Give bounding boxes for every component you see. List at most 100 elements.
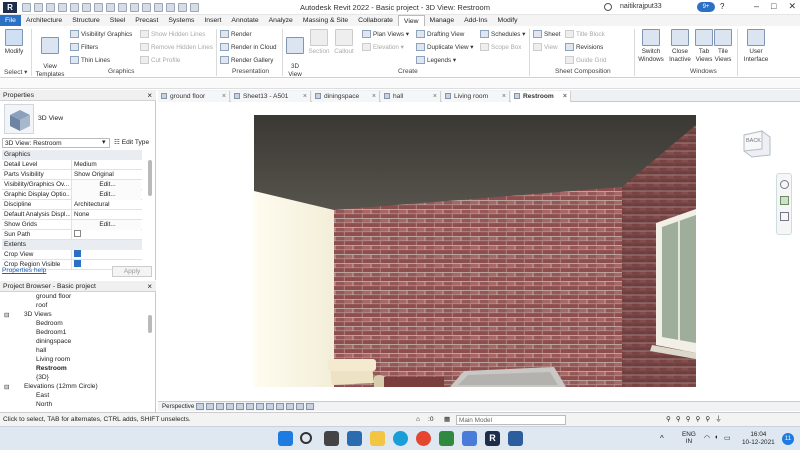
callout-button[interactable]: Callout: [333, 29, 355, 56]
sheet-button[interactable]: Sheet: [533, 30, 560, 38]
section-qat-icon[interactable]: [154, 3, 163, 12]
close-hidden-icon[interactable]: [178, 3, 187, 12]
crop-region-icon[interactable]: [266, 403, 274, 410]
tile-views-button[interactable]: Tile Views: [714, 29, 732, 63]
remove-hidden-lines-button[interactable]: Remove Hidden Lines: [140, 43, 213, 51]
edge-icon[interactable]: [393, 431, 408, 446]
section-button[interactable]: Section: [308, 29, 330, 56]
notification-count[interactable]: 11: [782, 433, 794, 445]
task-view-icon[interactable]: [324, 431, 339, 446]
open-icon[interactable]: [22, 3, 31, 12]
edit-button[interactable]: Edit...: [71, 220, 141, 230]
edit-button[interactable]: Edit...: [71, 180, 141, 190]
view-tab[interactable]: hall ×: [381, 91, 441, 102]
chrome-icon[interactable]: [416, 431, 431, 446]
tree-item[interactable]: Bedroom: [36, 320, 63, 327]
help-icon[interactable]: ?: [720, 2, 724, 11]
measure-icon[interactable]: [94, 3, 103, 12]
revit-logo[interactable]: R: [3, 2, 17, 13]
wifi-icon[interactable]: ◠: [704, 434, 710, 442]
print-icon[interactable]: [82, 3, 91, 12]
cut-profile-button[interactable]: Cut Profile: [140, 56, 180, 64]
tree-item[interactable]: diningspace: [36, 338, 71, 345]
view-tab[interactable]: ground floor ×: [158, 91, 230, 102]
property-value[interactable]: [71, 250, 141, 260]
render-button[interactable]: Render: [220, 30, 252, 38]
tree-item[interactable]: {3D}: [36, 374, 49, 381]
ribbon-tab-analyze[interactable]: Analyze: [264, 15, 298, 26]
ribbon-tab-file[interactable]: File: [0, 15, 21, 26]
detail-level-icon[interactable]: [196, 403, 204, 410]
filters-button[interactable]: Filters: [70, 43, 98, 51]
restroom-3d-render[interactable]: [254, 115, 696, 387]
ribbon-tab-manage[interactable]: Manage: [425, 15, 460, 26]
elevation-button[interactable]: Elevation ▾: [362, 43, 404, 51]
tree-toggle-icon[interactable]: ⊟: [4, 383, 10, 391]
filter-selection-icon[interactable]: ⏚: [715, 413, 722, 427]
drag-elements-icon[interactable]: ⚲: [705, 413, 710, 427]
tree-group[interactable]: Elevations (12mm Circle): [24, 383, 98, 390]
ribbon-tab-collaborate[interactable]: Collaborate: [353, 15, 398, 26]
user-name[interactable]: naitikrajput33: [620, 3, 662, 10]
properties-help-link[interactable]: Properties help: [2, 267, 46, 274]
steering-wheel-icon[interactable]: [780, 180, 789, 189]
tree-item[interactable]: Living room: [36, 356, 70, 363]
close-tab-icon[interactable]: ×: [433, 91, 437, 102]
property-value[interactable]: Show Original: [71, 170, 141, 180]
extents-section-header[interactable]: Extents: [2, 240, 142, 250]
render-dialog-icon[interactable]: [236, 403, 244, 410]
instance-selector[interactable]: 3D View: Restroom: [2, 138, 110, 148]
ribbon-tab-view[interactable]: View: [397, 15, 425, 26]
sheets-icon[interactable]: [439, 431, 454, 446]
browser-scrollbar[interactable]: [148, 315, 152, 333]
worksharing-icon[interactable]: [296, 403, 304, 410]
battery-icon[interactable]: ▭: [724, 434, 731, 442]
switch-windows-qat-icon[interactable]: [190, 3, 199, 12]
undo-icon[interactable]: [58, 3, 67, 12]
close-tab-icon[interactable]: ×: [222, 91, 226, 102]
temporary-hide-icon[interactable]: [276, 403, 284, 410]
revit-taskbar-icon[interactable]: R: [485, 431, 500, 446]
property-value[interactable]: Medium: [71, 160, 141, 170]
guide-grid-button[interactable]: Guide Grid: [565, 56, 606, 64]
maximize-icon[interactable]: □: [771, 1, 776, 12]
property-value[interactable]: None: [71, 210, 141, 220]
tab-views-button[interactable]: Tab Views: [695, 29, 713, 63]
thin-lines-qat-icon[interactable]: [166, 3, 175, 12]
remote-desktop-icon[interactable]: [508, 431, 523, 446]
property-value[interactable]: [71, 230, 141, 240]
reveal-hidden-icon[interactable]: [286, 403, 294, 410]
analysis-icon[interactable]: [306, 403, 314, 410]
tree-item[interactable]: hall: [36, 347, 46, 354]
legends-button[interactable]: Legends ▾: [416, 56, 456, 64]
switch-windows-button[interactable]: Switch Windows: [638, 29, 664, 63]
select-pinned-icon[interactable]: ⚲: [686, 413, 691, 427]
property-value[interactable]: Architectural: [71, 200, 141, 210]
redo-icon[interactable]: [70, 3, 79, 12]
file-explorer-icon[interactable]: [370, 431, 385, 446]
widgets-icon[interactable]: [347, 431, 362, 446]
view-cube[interactable]: BACK: [740, 125, 774, 159]
edit-button[interactable]: Edit...: [71, 190, 141, 200]
tree-item[interactable]: East: [36, 392, 49, 399]
tree-group[interactable]: 3D Views: [24, 311, 52, 318]
ribbon-tab-architecture[interactable]: Architecture: [21, 15, 67, 26]
modify-button[interactable]: Modify: [3, 29, 25, 56]
duplicate-view-button[interactable]: Duplicate View ▾: [416, 43, 473, 51]
orbit-icon[interactable]: [780, 212, 789, 221]
close-tab-icon[interactable]: ×: [372, 91, 376, 102]
view-tab[interactable]: Living room ×: [442, 91, 510, 102]
drawing-area[interactable]: BACK: [158, 103, 800, 400]
tree-item[interactable]: Restroom: [36, 365, 67, 372]
close-icon[interactable]: ×: [147, 90, 152, 101]
checkbox[interactable]: [74, 260, 81, 268]
language-indicator[interactable]: ENG IN: [682, 431, 696, 445]
select-panel-label[interactable]: Select ▾: [4, 68, 27, 76]
visual-style-icon[interactable]: [206, 403, 214, 410]
ribbon-tab-precast[interactable]: Precast: [130, 15, 163, 26]
checkbox[interactable]: [74, 250, 81, 258]
visibility-graphics-button[interactable]: Visibility/ Graphics: [70, 30, 132, 38]
show-hidden-lines-button[interactable]: Show Hidden Lines: [140, 30, 205, 38]
render-cloud-button[interactable]: Render in Cloud: [220, 43, 277, 51]
windows-start-icon[interactable]: [278, 431, 293, 446]
